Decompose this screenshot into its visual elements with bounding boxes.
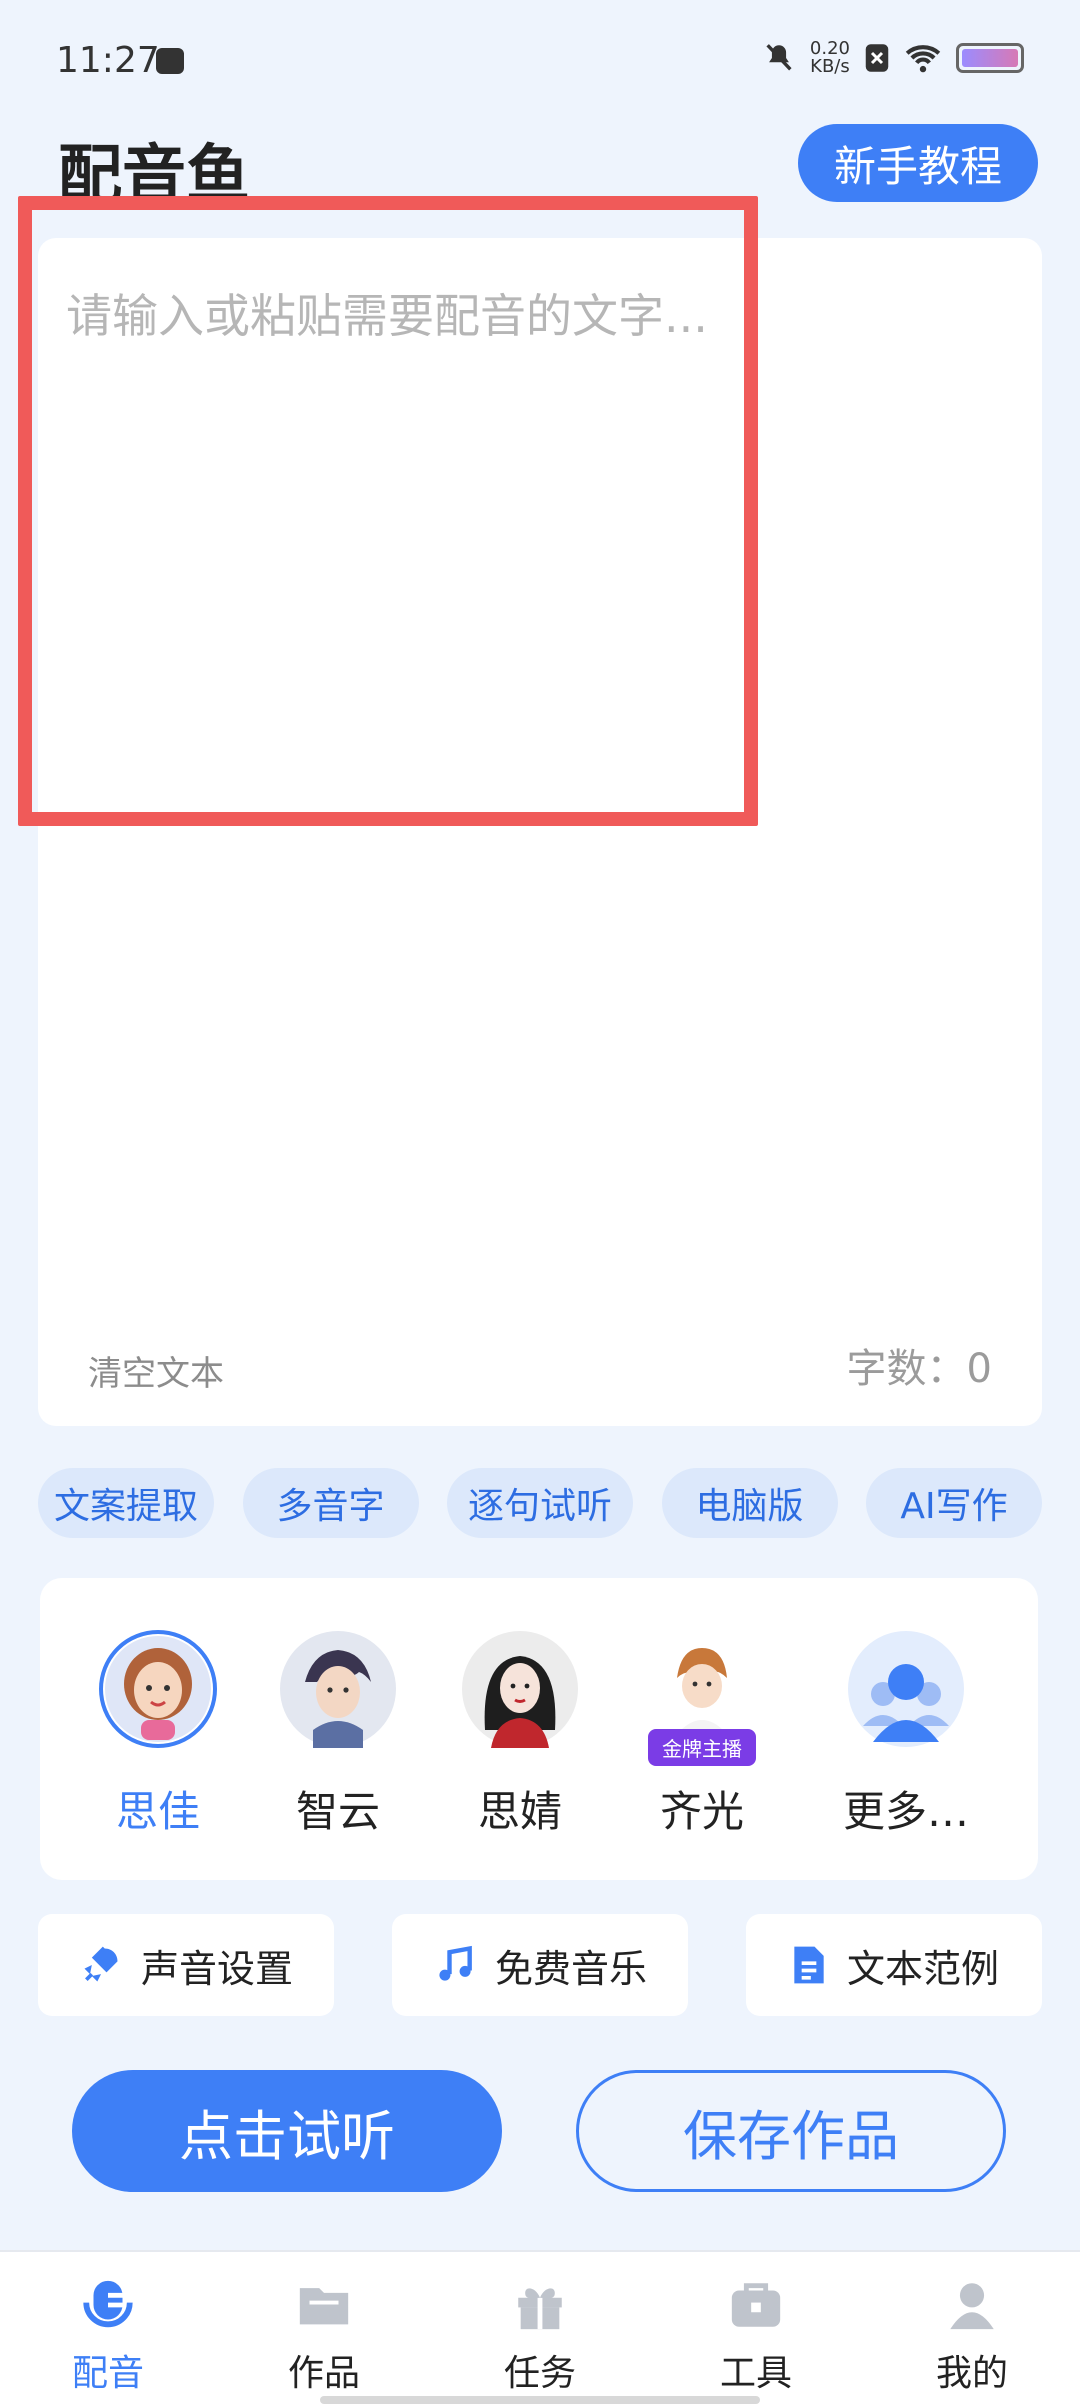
nav-profile[interactable]: 我的: [864, 2252, 1080, 2408]
nav-tasks[interactable]: 任务: [432, 2252, 648, 2408]
voice-settings-button[interactable]: 声音设置: [38, 1914, 334, 2016]
nav-label: 我的: [935, 2353, 1008, 2394]
text-examples-button[interactable]: 文本范例: [746, 1914, 1042, 2016]
word-count: 字数：0: [846, 1346, 992, 1392]
pill-polyphonic[interactable]: 多音字: [242, 1468, 419, 1538]
voice-selector-card: 思佳 智云 思婧 金牌主播 齐光 更多…: [40, 1578, 1038, 1880]
status-time: 11:27: [56, 40, 160, 81]
toolbox-icon: [731, 2283, 781, 2327]
battery-icon: [956, 43, 1024, 73]
highlight-annotation-box: [18, 196, 758, 826]
music-note-icon: [439, 1945, 472, 1981]
voice-option-qiguang[interactable]: 金牌主播 齐光: [632, 1630, 772, 1839]
tool-label: 免费音乐: [494, 1946, 647, 1991]
nav-label: 工具: [719, 2353, 792, 2394]
gift-icon: [518, 2288, 562, 2330]
nav-tools[interactable]: 工具: [648, 2252, 864, 2408]
pill-sentence-preview[interactable]: 逐句试听: [447, 1468, 633, 1538]
male-avatar-icon: [280, 1631, 396, 1748]
sim-blocked-icon: [865, 44, 889, 72]
avatar: 金牌主播: [643, 1630, 761, 1766]
voice-name: 思婧: [477, 1787, 562, 1836]
pill-copy-extract[interactable]: 文案提取: [38, 1468, 214, 1538]
feature-pills: 文案提取 多音字 逐句试听 电脑版 AI写作: [38, 1468, 1042, 1538]
status-indicators: 0.20 KB/s: [762, 40, 1024, 76]
voice-name: 齐光: [659, 1787, 744, 1836]
avatar: [279, 1630, 397, 1748]
tool-label: 文本范例: [846, 1946, 999, 1991]
listen-button[interactable]: 点击试听: [72, 2070, 502, 2192]
voice-name: 智云: [295, 1787, 380, 1836]
microphone-icon: [83, 2280, 133, 2328]
clear-text-button[interactable]: 清空文本: [88, 1346, 224, 1395]
net-speed: 0.20 KB/s: [809, 38, 850, 77]
pill-desktop-version[interactable]: 电脑版: [661, 1468, 838, 1538]
tool-label: 声音设置: [140, 1946, 293, 1991]
voice-option-sijia[interactable]: 思佳: [88, 1630, 228, 1839]
voice-option-zhiyun[interactable]: 智云: [268, 1630, 408, 1839]
female-avatar-icon: [462, 1631, 578, 1748]
tutorial-button[interactable]: 新手教程: [798, 124, 1038, 202]
avatar: [99, 1630, 217, 1748]
nav-dubbing[interactable]: 配音: [0, 2252, 216, 2408]
voice-option-more[interactable]: 更多…: [836, 1630, 976, 1839]
avatar: [847, 1630, 965, 1748]
nav-label: 任务: [503, 2353, 576, 2394]
more-voices-icon: [848, 1631, 964, 1747]
nav-works[interactable]: 作品: [216, 2252, 432, 2408]
nav-label: 作品: [287, 2353, 360, 2394]
voice-name: 思佳: [115, 1787, 200, 1836]
home-indicator: [320, 2396, 760, 2404]
gold-anchor-badge: 金牌主播: [648, 1729, 756, 1766]
female-avatar-icon: [105, 1636, 211, 1742]
tool-buttons: 声音设置 免费音乐 文本范例: [38, 1914, 1042, 2016]
free-music-button[interactable]: 免费音乐: [392, 1914, 688, 2016]
wifi-icon: [905, 45, 941, 73]
document-icon: [794, 1946, 824, 1984]
save-work-button[interactable]: 保存作品: [576, 2070, 1006, 2192]
user-icon: [950, 2283, 994, 2330]
voice-name: 更多…: [842, 1787, 969, 1836]
avatar: [461, 1630, 579, 1748]
rocket-icon: [84, 1946, 118, 1982]
voice-option-sijing[interactable]: 思婧: [450, 1630, 590, 1839]
folder-icon: [299, 2288, 349, 2325]
notification-icon: [156, 48, 184, 74]
pill-ai-writing[interactable]: AI写作: [866, 1468, 1042, 1538]
mute-bell-icon: [766, 44, 792, 71]
nav-label: 配音: [71, 2353, 144, 2394]
bottom-navigation: 配音 作品 任务 工具 我的: [0, 2250, 1080, 2408]
